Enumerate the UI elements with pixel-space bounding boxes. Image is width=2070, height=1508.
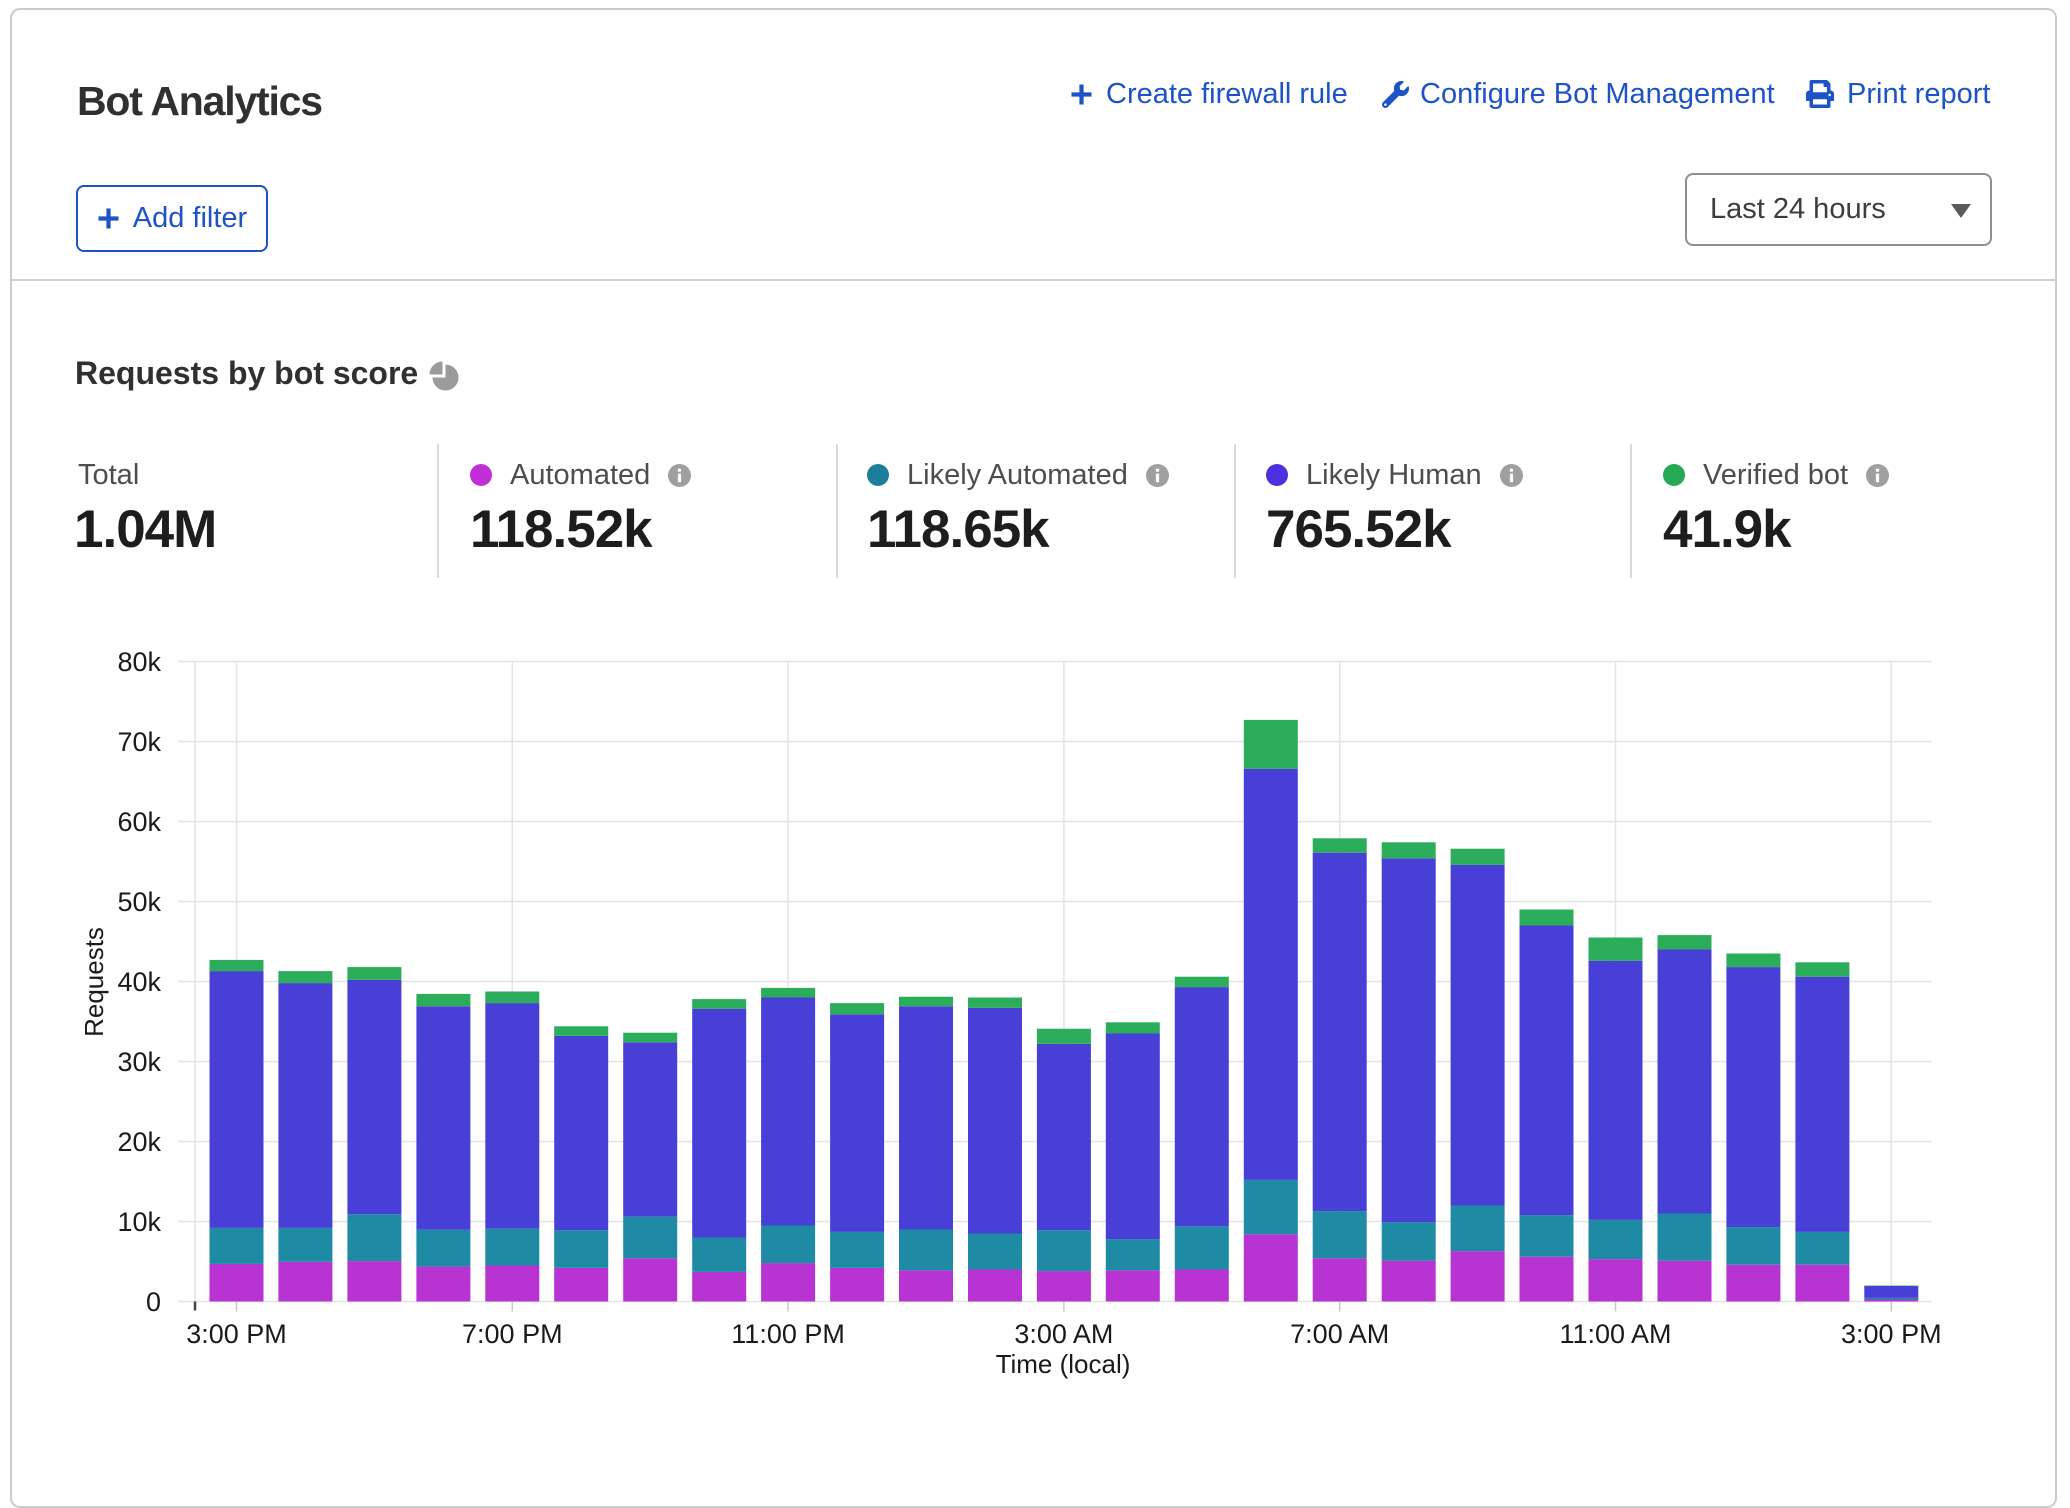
svg-text:70k: 70k [117,727,161,757]
svg-text:3:00 AM: 3:00 AM [1014,1319,1113,1349]
svg-text:3:00 PM: 3:00 PM [1841,1319,1942,1349]
svg-text:30k: 30k [117,1047,161,1077]
svg-text:20k: 20k [117,1127,161,1157]
svg-text:3:00 PM: 3:00 PM [186,1319,287,1349]
svg-text:40k: 40k [117,967,161,997]
svg-text:60k: 60k [117,807,161,837]
svg-text:10k: 10k [117,1207,161,1237]
svg-text:11:00 AM: 11:00 AM [1559,1319,1671,1349]
svg-text:11:00 PM: 11:00 PM [731,1319,845,1349]
svg-text:80k: 80k [117,647,161,677]
svg-text:0: 0 [146,1287,161,1317]
svg-text:7:00 PM: 7:00 PM [462,1319,563,1349]
svg-text:7:00 AM: 7:00 AM [1290,1319,1389,1349]
svg-text:Requests: Requests [79,927,109,1037]
svg-text:50k: 50k [117,887,161,917]
svg-text:Time (local): Time (local) [996,1349,1131,1379]
